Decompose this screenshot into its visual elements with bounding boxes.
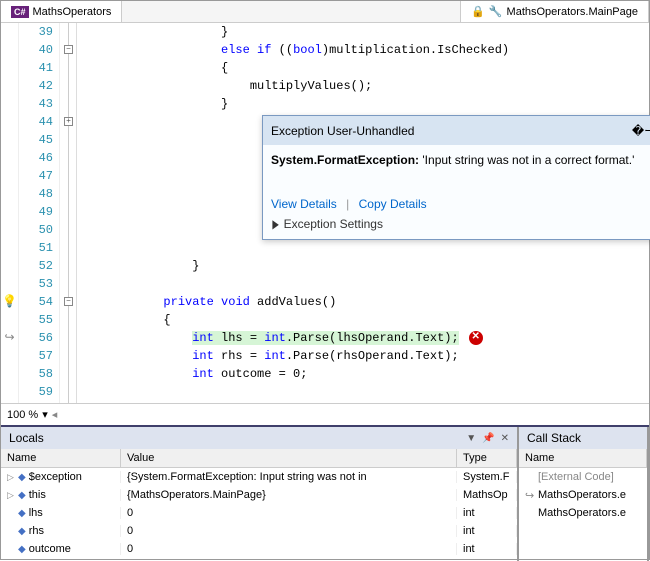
code-editor[interactable]: 💡↪ 3940414243444546474849505152535455565… bbox=[1, 23, 649, 403]
locals-rows[interactable]: ▷◆$exception{System.FormatException: Inp… bbox=[1, 468, 517, 558]
gutter: 💡↪ bbox=[1, 23, 19, 403]
locals-row[interactable]: ◆rhs0int bbox=[1, 522, 517, 540]
code-line[interactable]: int rhs = int.Parse(rhsOperand.Text); bbox=[77, 347, 649, 365]
zoom-dropdown-icon[interactable]: ▾ bbox=[42, 408, 48, 421]
pin-icon[interactable]: �ールコ bbox=[632, 122, 650, 139]
tab-left[interactable]: C# MathsOperators bbox=[1, 1, 122, 22]
lock-icon: 🔒 bbox=[471, 5, 485, 18]
code-line[interactable] bbox=[77, 383, 649, 401]
locals-columns: Name Value Type bbox=[1, 449, 517, 468]
callstack-columns: Name bbox=[519, 449, 647, 468]
tab-right-label: MathsOperators.MainPage bbox=[507, 6, 638, 18]
view-details-link[interactable]: View Details bbox=[271, 197, 337, 211]
locals-row[interactable]: ▷◆this{MathsOperators.MainPage}MathsOp bbox=[1, 486, 517, 504]
callstack-row[interactable]: [External Code] bbox=[519, 468, 647, 486]
code-line[interactable]: } bbox=[77, 95, 649, 113]
code-line[interactable]: int lhs = int.Parse(lhsOperand.Text);✕ bbox=[77, 329, 649, 347]
fold-toggle[interactable]: + bbox=[64, 117, 73, 126]
tab-right[interactable]: 🔒 🔧 MathsOperators.MainPage bbox=[460, 1, 649, 22]
error-icon: ✕ bbox=[469, 331, 483, 345]
fold-gutter[interactable]: − + − bbox=[59, 23, 77, 403]
code-line[interactable]: } bbox=[77, 257, 649, 275]
exception-settings-toggle[interactable]: ▶ Exception Settings bbox=[271, 217, 650, 231]
locals-row[interactable]: ▷◆$exception{System.FormatException: Inp… bbox=[1, 468, 517, 486]
code-line[interactable] bbox=[77, 275, 649, 293]
exception-popup: Exception User-Unhandled �ールコ ✕ System.F… bbox=[262, 115, 650, 240]
tab-bar: C# MathsOperators 🔒 🔧 MathsOperators.Mai… bbox=[1, 1, 649, 23]
copy-details-link[interactable]: Copy Details bbox=[359, 197, 427, 211]
locals-header[interactable]: Locals ▼📌✕ bbox=[1, 427, 517, 449]
fold-toggle[interactable]: − bbox=[64, 297, 73, 306]
zoom-bar: 100 % ▾ ◂ bbox=[1, 403, 649, 425]
code-line[interactable]: } bbox=[77, 23, 649, 41]
zoom-scroll-left-icon[interactable]: ◂ bbox=[52, 408, 58, 421]
callstack-panel: Call Stack Name [External Code]↪MathsOpe… bbox=[519, 427, 649, 561]
code-line[interactable]: private void addValues() bbox=[77, 293, 649, 311]
code-line[interactable]: multiplyValues(); bbox=[77, 77, 649, 95]
close-icon[interactable]: ✕ bbox=[501, 433, 509, 444]
callstack-rows[interactable]: [External Code]↪MathsOperators.eMathsOpe… bbox=[519, 468, 647, 522]
code-line[interactable]: { bbox=[77, 59, 649, 77]
locals-row[interactable]: ◆lhs0int bbox=[1, 504, 517, 522]
code-line[interactable]: else if ((bool)multiplication.IsChecked) bbox=[77, 41, 649, 59]
dropdown-icon[interactable]: ▼ bbox=[466, 433, 476, 444]
fold-toggle[interactable]: − bbox=[64, 45, 73, 54]
code-line[interactable]: { bbox=[77, 311, 649, 329]
pin-icon[interactable]: 📌 bbox=[482, 433, 494, 444]
locals-row[interactable]: ◆outcome0int bbox=[1, 540, 517, 558]
callstack-row[interactable]: MathsOperators.e bbox=[519, 504, 647, 522]
tab-left-label: MathsOperators bbox=[33, 6, 112, 18]
csharp-icon: C# bbox=[11, 6, 29, 18]
code-line[interactable] bbox=[77, 239, 649, 257]
callstack-header[interactable]: Call Stack bbox=[519, 427, 647, 449]
locals-panel: Locals ▼📌✕ Name Value Type ▷◆$exception{… bbox=[1, 427, 519, 561]
wrench-icon: 🔧 bbox=[489, 5, 503, 18]
zoom-value: 100 % bbox=[7, 409, 38, 421]
code-area[interactable]: Exception User-Unhandled �ールコ ✕ System.F… bbox=[77, 23, 649, 403]
exception-title: Exception User-Unhandled bbox=[271, 124, 632, 138]
line-numbers: 3940414243444546474849505152535455565758… bbox=[19, 23, 59, 403]
code-line[interactable]: int outcome = 0; bbox=[77, 365, 649, 383]
exception-titlebar[interactable]: Exception User-Unhandled �ールコ ✕ bbox=[263, 116, 650, 145]
exception-message: System.FormatException: 'Input string wa… bbox=[271, 153, 650, 167]
callstack-row[interactable]: ↪MathsOperators.e bbox=[519, 486, 647, 504]
